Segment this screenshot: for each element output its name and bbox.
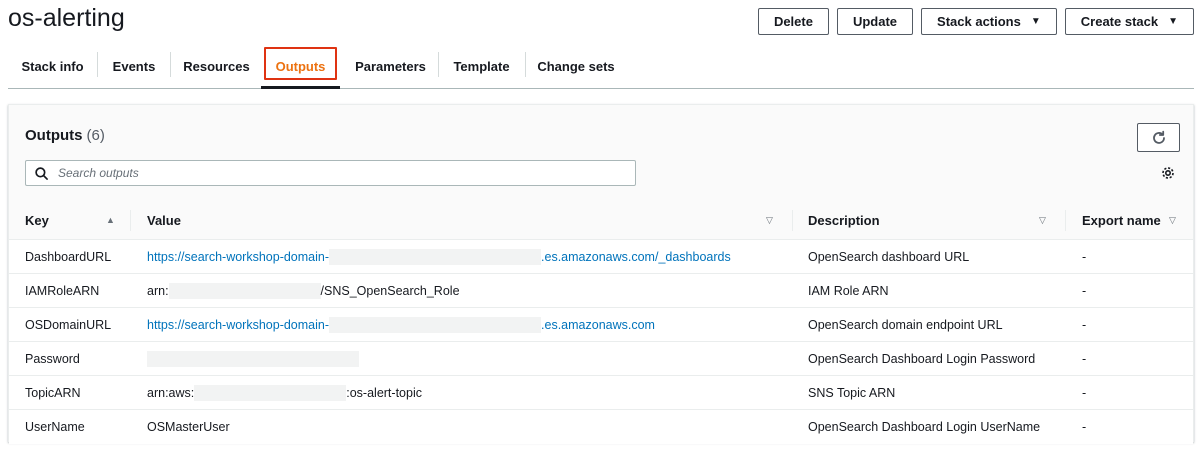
redacted-block <box>194 384 347 401</box>
delete-button[interactable]: Delete <box>757 8 829 35</box>
cell-value-link[interactable]: https://search-workshop-domain- .es.amazo… <box>147 308 655 341</box>
update-button-label: Update <box>852 14 898 29</box>
caret-up-icon[interactable]: ▲ <box>106 215 115 225</box>
redacted-block <box>329 248 542 265</box>
tab-label: Template <box>453 58 510 74</box>
column-header-key[interactable]: Key <box>25 201 49 240</box>
search-outputs-field[interactable] <box>25 160 636 186</box>
delete-button-label: Delete <box>773 14 813 29</box>
caret-down-icon[interactable]: ▽ <box>766 215 773 226</box>
stack-tabs: Stack info Events Resources Outputs Para… <box>8 44 1194 89</box>
tab-label: Parameters <box>355 58 426 74</box>
cell-export-name: - <box>1082 283 1087 298</box>
column-header-label: Export name <box>1082 213 1161 228</box>
column-divider <box>1065 210 1066 231</box>
gear-icon <box>1162 167 1174 179</box>
refresh-icon <box>1152 130 1165 144</box>
column-header-export-name[interactable]: Export name <box>1082 201 1161 240</box>
outputs-panel: Outputs(6) Key ▲ Value ▽ Description ▽ <box>8 104 1194 444</box>
outputs-heading: Outputs (6) <box>25 127 105 144</box>
cell-value <box>147 342 359 375</box>
tab-change-sets[interactable]: Change sets <box>526 44 626 88</box>
cell-key: IAMRoleARN <box>25 283 100 298</box>
column-divider <box>130 210 131 231</box>
cell-key: DashboardURL <box>25 249 112 264</box>
cell-value: arn: /SNS_OpenSearch_Role <box>147 274 460 307</box>
column-header-label: Value <box>147 213 181 228</box>
table-row: IAMRoleARN arn: /SNS_OpenSearch_Role IAM … <box>9 274 1193 308</box>
create-stack-label: Create stack <box>1080 14 1159 29</box>
page-title: os-alerting <box>8 4 125 32</box>
tab-events[interactable]: Events <box>98 44 170 88</box>
cell-key: TopicARN <box>25 385 81 400</box>
cell-key: UserName <box>25 419 85 434</box>
cell-value: OSMasterUser <box>147 419 230 434</box>
cell-description: IAM Role ARN <box>808 283 889 298</box>
cell-description: OpenSearch dashboard URL <box>808 249 970 264</box>
value-prefix: https://search-workshop-domain- <box>147 317 330 332</box>
redacted-block <box>168 282 321 299</box>
cell-description: OpenSearch domain endpoint URL <box>808 317 1003 332</box>
value-prefix: arn:aws: <box>147 385 195 400</box>
cell-export-name: - <box>1082 385 1087 400</box>
create-stack-dropdown[interactable]: Create stack ▼ <box>1064 8 1194 35</box>
tab-outputs[interactable]: Outputs <box>261 44 340 89</box>
column-header-description[interactable]: Description <box>808 201 880 240</box>
table-row: Password OpenSearch Dashboard Login Pass… <box>9 342 1193 376</box>
tab-parameters[interactable]: Parameters <box>346 44 435 88</box>
cell-export-name: - <box>1082 249 1087 264</box>
cell-description: OpenSearch Dashboard Login Password <box>808 351 1036 366</box>
stack-actions-bar: Delete Update Stack actions ▼ Create stac… <box>757 8 1194 35</box>
column-header-label: Key <box>25 213 49 228</box>
outputs-count: (6) <box>86 127 105 144</box>
caret-down-icon: ▼ <box>1030 16 1041 27</box>
redacted-block <box>147 350 359 367</box>
refresh-button[interactable] <box>1137 123 1180 152</box>
cell-value: arn:aws: :os-alert-topic <box>147 376 422 409</box>
stack-actions-dropdown[interactable]: Stack actions ▼ <box>921 8 1057 35</box>
cell-key: OSDomainURL <box>25 317 112 332</box>
tab-stack-info[interactable]: Stack info <box>8 44 97 88</box>
search-icon <box>35 166 48 180</box>
table-row: TopicARN arn:aws: :os-alert-topic SNS Top… <box>9 376 1193 410</box>
tab-label: Resources <box>183 58 250 74</box>
cell-export-name: - <box>1082 351 1087 366</box>
cell-value-link[interactable]: https://search-workshop-domain- .es.amazo… <box>147 240 731 273</box>
cell-key: Password <box>25 351 80 366</box>
tab-label: Change sets <box>537 58 615 74</box>
stack-actions-label: Stack actions <box>937 14 1021 29</box>
tab-resources[interactable]: Resources <box>171 44 262 88</box>
table-header-row: Key ▲ Value ▽ Description ▽ Export name … <box>9 201 1193 240</box>
active-tab-underline <box>261 86 340 89</box>
caret-down-icon[interactable]: ▽ <box>1169 215 1176 226</box>
redacted-block <box>329 316 542 333</box>
column-divider <box>792 210 793 231</box>
outputs-table: Key ▲ Value ▽ Description ▽ Export name … <box>9 201 1193 444</box>
tab-label: Outputs <box>275 58 326 74</box>
table-row: UserName OSMasterUser OpenSearch Dashboa… <box>9 410 1193 444</box>
value-suffix: .es.amazonaws.com/_dashboards <box>541 249 731 264</box>
caret-down-icon: ▼ <box>1168 16 1178 27</box>
tab-label: Stack info <box>21 58 84 74</box>
cell-export-name: - <box>1082 317 1087 332</box>
table-row: DashboardURL https://search-workshop-dom… <box>9 240 1193 274</box>
search-input[interactable] <box>56 165 616 181</box>
column-header-label: Description <box>808 213 880 228</box>
value-prefix: arn: <box>147 283 169 298</box>
value-suffix: /SNS_OpenSearch_Role <box>320 283 460 298</box>
cell-export-name: - <box>1082 419 1087 434</box>
outputs-title: Outputs <box>25 127 83 144</box>
caret-down-icon[interactable]: ▽ <box>1039 215 1046 226</box>
preferences-button[interactable] <box>1161 166 1175 185</box>
update-button[interactable]: Update <box>836 8 914 35</box>
value-suffix: .es.amazonaws.com <box>541 317 655 332</box>
table-row: OSDomainURL https://search-workshop-doma… <box>9 308 1193 342</box>
column-header-value[interactable]: Value <box>147 201 181 240</box>
value-suffix: :os-alert-topic <box>346 385 422 400</box>
cell-description: OpenSearch Dashboard Login UserName <box>808 419 1041 434</box>
tab-label: Events <box>112 58 156 74</box>
cell-description: SNS Topic ARN <box>808 385 896 400</box>
tab-template[interactable]: Template <box>439 44 524 88</box>
value-prefix: https://search-workshop-domain- <box>147 249 330 264</box>
